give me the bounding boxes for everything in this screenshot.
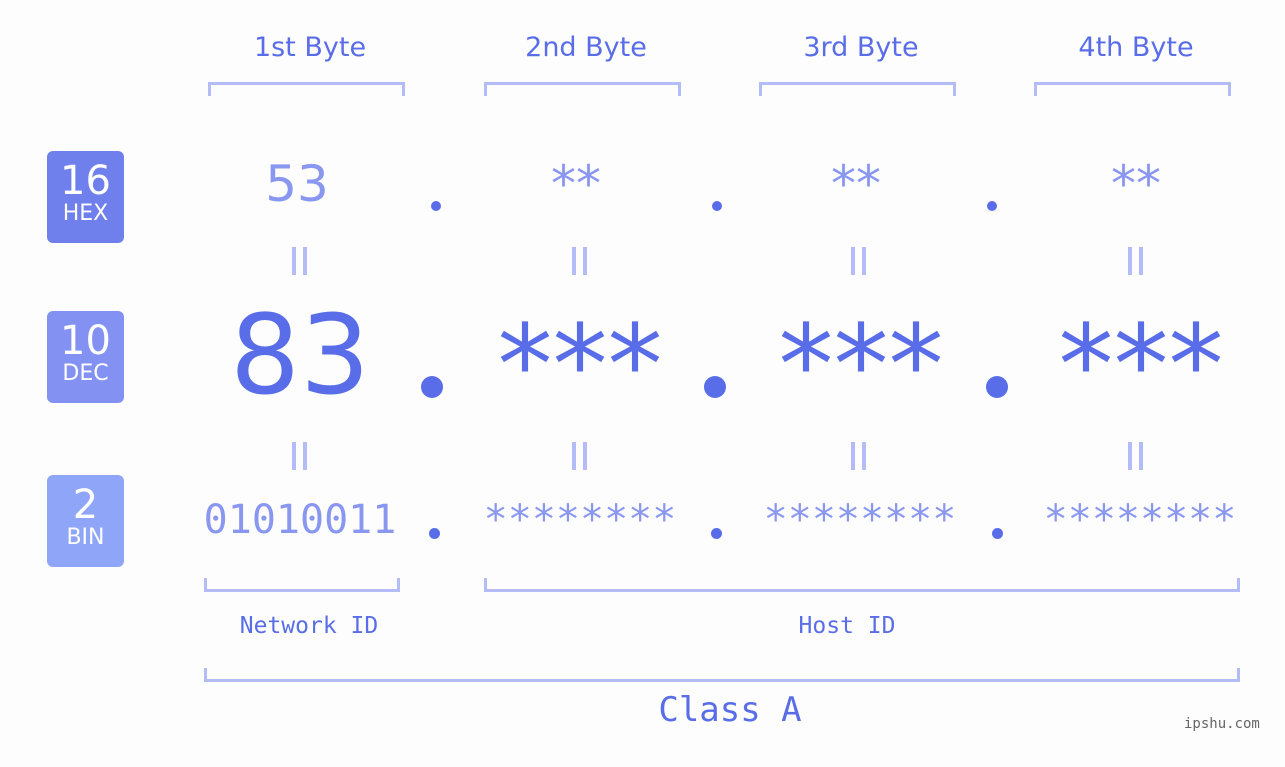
byte-bracket-4 [1034,82,1231,96]
host-id-label: Host ID [798,613,896,639]
hex-value-3: ** [831,155,881,213]
hex-badge: 16 HEX [47,151,124,243]
dec-separator-dot [986,376,1008,398]
bin-badge-number: 2 [72,482,99,528]
byte-bracket-1 [208,82,405,96]
equals-icon [851,442,867,470]
hex-value-1: 53 [265,155,329,213]
equals-icon [292,442,308,470]
bin-badge-label: BIN [66,525,105,550]
dec-value-4: *** [1058,301,1224,429]
dec-separator-dot [704,376,726,398]
network-id-bracket [204,578,400,592]
byte-header-4: 4th Byte [1078,32,1194,63]
bin-value-1: 01010011 [203,497,397,543]
host-id-bracket [484,578,1240,592]
bin-separator-dot [992,528,1003,539]
equals-icon [572,247,588,275]
dec-badge: 10 DEC [47,311,124,403]
byte-header-1: 1st Byte [253,32,367,63]
hex-separator-dot [431,201,441,211]
dec-value-1: 83 [230,291,370,419]
equals-icon [1128,247,1144,275]
byte-header-2: 2nd Byte [525,32,647,63]
dec-badge-label: DEC [62,361,109,386]
bin-badge: 2 BIN [47,475,124,567]
dec-value-3: *** [778,301,944,429]
dec-separator-dot [421,376,443,398]
bin-value-4: ******** [1043,497,1237,543]
equals-icon [851,247,867,275]
dec-value-2: *** [497,301,663,429]
bin-separator-dot [711,528,722,539]
hex-separator-dot [987,201,997,211]
byte-bracket-3 [759,82,956,96]
network-id-label: Network ID [239,613,379,639]
byte-header-3: 3rd Byte [803,32,919,63]
hex-separator-dot [712,201,722,211]
hex-badge-number: 16 [60,158,111,204]
watermark: ipshu.com [1184,716,1260,732]
class-label: Class A [658,690,802,730]
equals-icon [572,442,588,470]
bin-value-3: ******** [763,497,957,543]
bin-value-2: ******** [483,497,677,543]
byte-bracket-2 [484,82,681,96]
equals-icon [1128,442,1144,470]
class-bracket [204,668,1240,682]
equals-icon [292,247,308,275]
dec-badge-number: 10 [60,318,111,364]
hex-value-4: ** [1111,155,1161,213]
hex-value-2: ** [551,155,601,213]
bin-separator-dot [429,528,440,539]
hex-badge-label: HEX [62,201,109,226]
